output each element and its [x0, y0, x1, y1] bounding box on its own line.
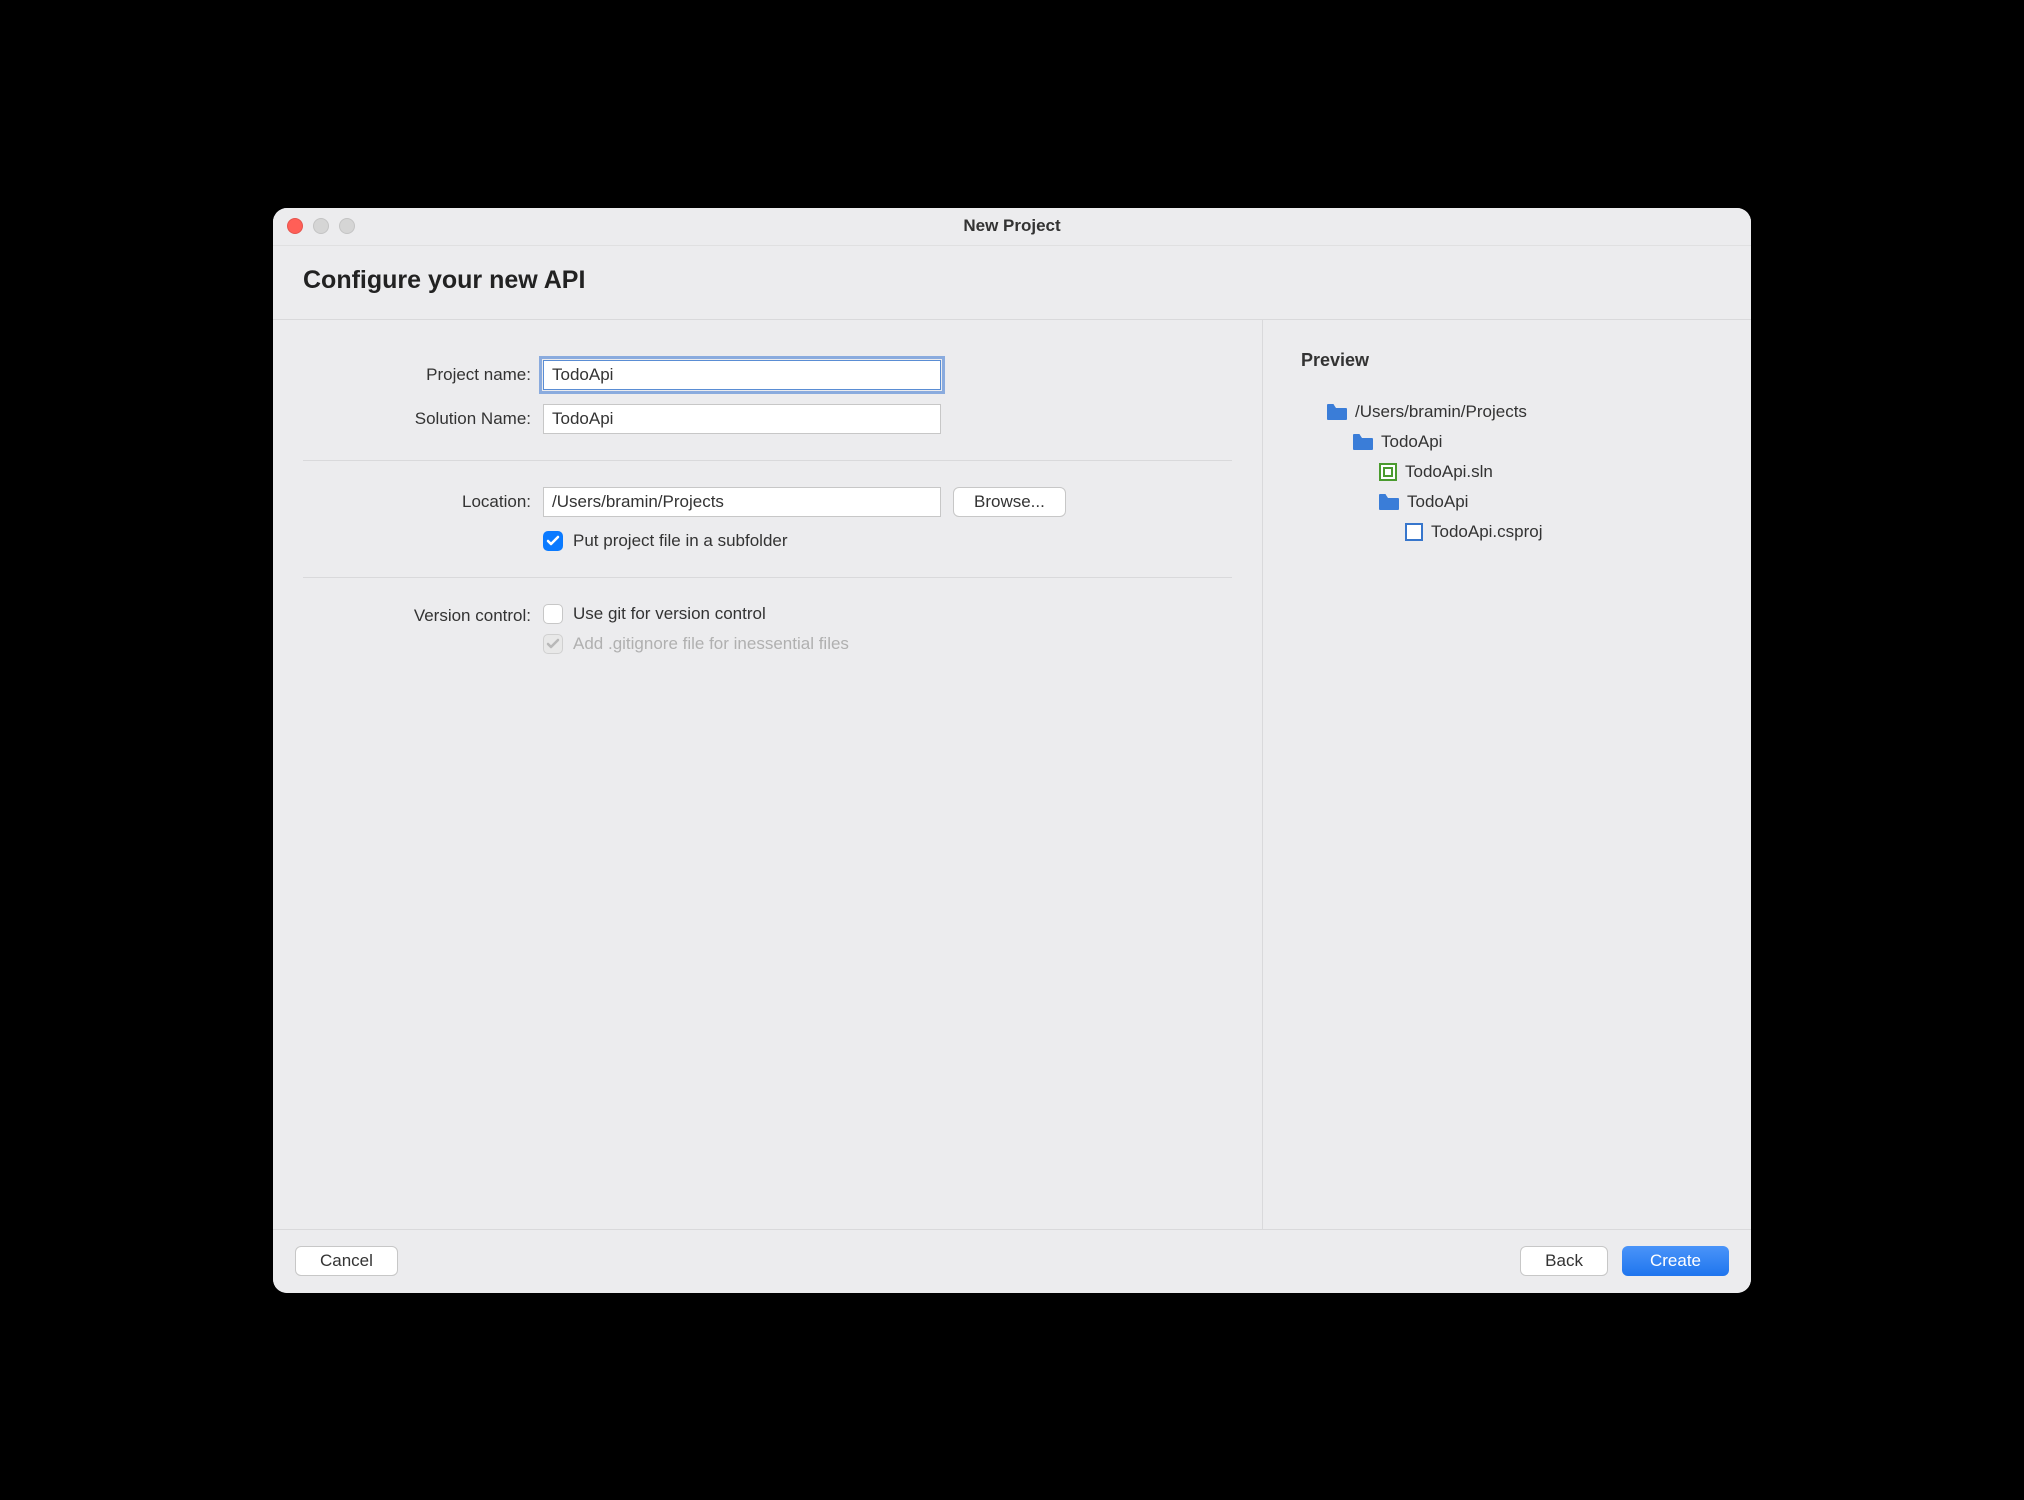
- project-name-row: Project name:: [303, 360, 1232, 390]
- maximize-icon: [339, 218, 355, 234]
- tree-item-sln: TodoApi.sln: [1301, 457, 1721, 487]
- subfolder-checkbox[interactable]: [543, 531, 563, 551]
- cancel-button[interactable]: Cancel: [295, 1246, 398, 1276]
- gitignore-label: Add .gitignore file for inessential file…: [573, 634, 849, 654]
- folder-icon: [1327, 404, 1347, 420]
- new-project-window: New Project Configure your new API Proje…: [273, 208, 1751, 1293]
- check-icon: [546, 534, 560, 548]
- tree-item-folder1: TodoApi: [1301, 427, 1721, 457]
- content: Project name: Solution Name: Location: B…: [273, 320, 1751, 1229]
- divider: [303, 577, 1232, 578]
- create-button[interactable]: Create: [1622, 1246, 1729, 1276]
- tree-label: TodoApi: [1381, 432, 1442, 452]
- csproj-icon: [1405, 523, 1423, 541]
- version-control-label: Version control:: [303, 604, 531, 626]
- location-label: Location:: [303, 492, 531, 512]
- location-input[interactable]: [543, 487, 941, 517]
- preview-tree: /Users/bramin/Projects TodoApi TodoApi.s…: [1301, 397, 1721, 547]
- tree-label: TodoApi: [1407, 492, 1468, 512]
- solution-name-row: Solution Name:: [303, 404, 1232, 434]
- project-name-input[interactable]: [543, 360, 941, 390]
- preview-title: Preview: [1301, 350, 1721, 371]
- location-row: Location: Browse...: [303, 487, 1232, 517]
- git-row: Use git for version control: [543, 604, 849, 624]
- project-name-label: Project name:: [303, 365, 531, 385]
- tree-label: /Users/bramin/Projects: [1355, 402, 1527, 422]
- tree-item-folder2: TodoApi: [1301, 487, 1721, 517]
- titlebar: New Project: [273, 208, 1751, 246]
- git-label: Use git for version control: [573, 604, 766, 624]
- git-checkbox[interactable]: [543, 604, 563, 624]
- back-button[interactable]: Back: [1520, 1246, 1608, 1276]
- tree-item-csproj: TodoApi.csproj: [1301, 517, 1721, 547]
- folder-icon: [1353, 434, 1373, 450]
- main-panel: Project name: Solution Name: Location: B…: [273, 320, 1263, 1229]
- version-control-row: Version control: Use git for version con…: [303, 604, 1232, 654]
- footer-right: Back Create: [1520, 1246, 1729, 1276]
- traffic-lights: [273, 218, 355, 234]
- divider: [303, 460, 1232, 461]
- check-icon: [546, 637, 560, 651]
- tree-label: TodoApi.csproj: [1431, 522, 1543, 542]
- sln-icon: [1379, 463, 1397, 481]
- header: Configure your new API: [273, 246, 1751, 320]
- folder-icon: [1379, 494, 1399, 510]
- page-title: Configure your new API: [303, 266, 1721, 295]
- subfolder-label: Put project file in a subfolder: [573, 531, 788, 551]
- tree-item-root: /Users/bramin/Projects: [1301, 397, 1721, 427]
- tree-label: TodoApi.sln: [1405, 462, 1493, 482]
- minimize-icon: [313, 218, 329, 234]
- gitignore-checkbox: [543, 634, 563, 654]
- window-title: New Project: [963, 216, 1060, 236]
- preview-panel: Preview /Users/bramin/Projects TodoApi: [1263, 320, 1751, 1229]
- footer: Cancel Back Create: [273, 1229, 1751, 1293]
- subfolder-row: Put project file in a subfolder: [543, 531, 1232, 551]
- close-icon[interactable]: [287, 218, 303, 234]
- gitignore-row: Add .gitignore file for inessential file…: [543, 634, 849, 654]
- browse-button[interactable]: Browse...: [953, 487, 1066, 517]
- solution-name-label: Solution Name:: [303, 409, 531, 429]
- solution-name-input[interactable]: [543, 404, 941, 434]
